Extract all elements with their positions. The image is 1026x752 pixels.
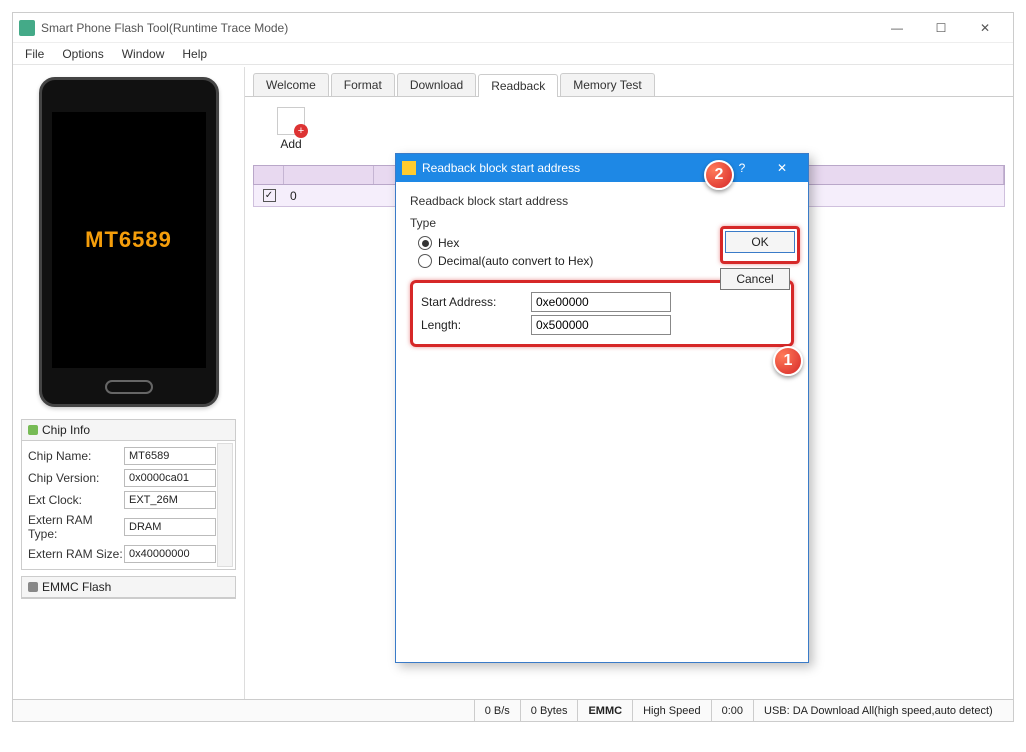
minimize-button[interactable]: — [875,14,919,42]
chip-info-title: Chip Info [42,423,90,437]
window-title: Smart Phone Flash Tool(Runtime Trace Mod… [41,21,875,35]
radio-hex-label: Hex [438,236,459,250]
dialog-titlebar: Readback block start address ? ✕ [396,154,808,182]
titlebar: Smart Phone Flash Tool(Runtime Trace Mod… [13,13,1013,43]
toolbar: Add [245,97,1013,161]
menubar: File Options Window Help [13,43,1013,65]
cancel-button[interactable]: Cancel [720,268,790,290]
chip-name-label: Chip Name: [28,449,124,463]
chip-name-value: MT6589 [124,447,216,465]
start-address-input[interactable] [531,292,671,312]
row-checkbox[interactable]: ✓ [263,189,276,202]
tab-memory-test[interactable]: Memory Test [560,73,654,96]
ext-clock-value: EXT_26M [124,491,216,509]
ram-size-label: Extern RAM Size: [28,547,124,561]
tab-welcome[interactable]: Welcome [253,73,329,96]
sidebar: MT6589 Chip Info Chip Name:MT6589 Chip V… [13,67,245,699]
menu-help[interactable]: Help [174,45,215,63]
status-storage: EMMC [577,700,632,721]
ext-clock-label: Ext Clock: [28,493,124,507]
length-label: Length: [421,318,531,332]
tab-format[interactable]: Format [331,73,395,96]
dialog-close-button[interactable]: ✕ [762,156,802,180]
chip-info-header: Chip Info [22,420,235,441]
ok-button[interactable]: OK [725,231,795,253]
app-icon [19,20,35,36]
radio-decimal-label: Decimal(auto convert to Hex) [438,254,593,268]
dialog-heading: Readback block start address [410,194,794,208]
length-input[interactable] [531,315,671,335]
chip-info-panel: Chip Info Chip Name:MT6589 Chip Version:… [21,419,236,570]
emmc-header: EMMC Flash [22,577,235,598]
chip-icon [28,425,38,435]
phone-screen: MT6589 [52,112,206,368]
callout-2: 2 [704,160,734,190]
ram-type-value: DRAM [124,518,216,536]
add-icon [277,107,305,135]
emmc-panel: EMMC Flash [21,576,236,599]
dialog-icon [402,161,416,175]
maximize-button[interactable]: ☐ [919,14,963,42]
menu-file[interactable]: File [17,45,52,63]
menu-window[interactable]: Window [114,45,173,63]
start-address-label: Start Address: [421,295,531,309]
ram-type-label: Extern RAM Type: [28,513,124,541]
phone-chip-label: MT6589 [85,227,172,253]
tab-readback[interactable]: Readback [478,74,558,97]
ok-highlight: OK [720,226,800,264]
chip-version-label: Chip Version: [28,471,124,485]
menu-options[interactable]: Options [54,45,111,63]
close-button[interactable]: ✕ [963,14,1007,42]
radio-hex[interactable] [418,236,432,250]
gear-icon [28,582,38,592]
row-index: 0 [284,189,374,203]
emmc-title: EMMC Flash [42,580,111,594]
app-window: Smart Phone Flash Tool(Runtime Trace Mod… [12,12,1014,722]
status-bytes: 0 Bytes [520,700,578,721]
phone-home-icon [105,380,153,394]
chip-version-value: 0x0000ca01 [124,469,216,487]
tabs: Welcome Format Download Readback Memory … [245,67,1013,97]
add-button[interactable]: Add [261,107,321,151]
phone-preview: MT6589 [39,77,219,407]
dialog-title: Readback block start address [422,161,722,175]
status-time: 0:00 [711,700,753,721]
callout-1: 1 [773,346,803,376]
radio-decimal[interactable] [418,254,432,268]
readback-dialog: Readback block start address ? ✕ Readbac… [395,153,809,663]
status-rate: 0 B/s [474,700,520,721]
status-speed: High Speed [632,700,711,721]
ram-size-value: 0x40000000 [124,545,216,563]
status-usb: USB: DA Download All(high speed,auto det… [753,700,1013,721]
status-bar: 0 B/s 0 Bytes EMMC High Speed 0:00 USB: … [13,699,1013,721]
tab-download[interactable]: Download [397,73,476,96]
add-label: Add [280,137,301,151]
